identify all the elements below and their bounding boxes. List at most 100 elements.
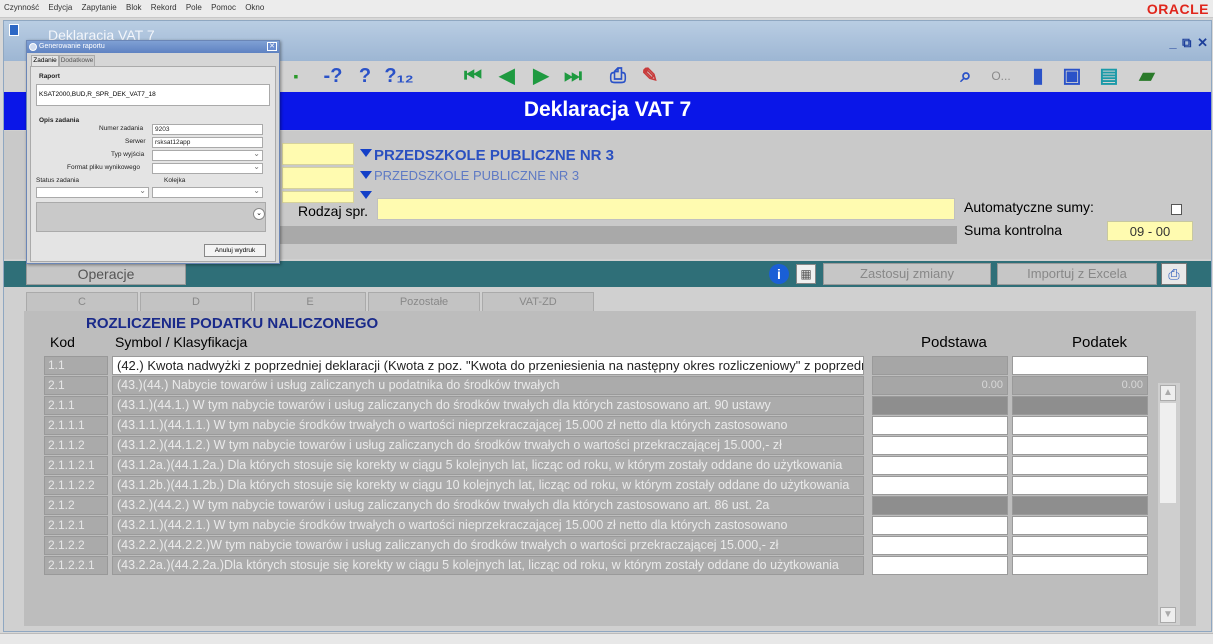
row-podatek[interactable]: 0.00 <box>1012 376 1148 395</box>
row-podatek[interactable] <box>1012 476 1148 495</box>
row-desc[interactable]: (43.1.2.)(44.1.2.) W tym nabycie towarów… <box>112 436 864 455</box>
row-podatek[interactable] <box>1012 436 1148 455</box>
row-podstawa[interactable] <box>872 356 1008 375</box>
menu-czynnosc[interactable]: Czynność <box>4 3 39 12</box>
row-podatek[interactable] <box>1012 556 1148 575</box>
help-numbered-icon[interactable]: ?₁₂ <box>384 65 414 87</box>
row-podatek[interactable] <box>1012 536 1148 555</box>
row-desc[interactable]: (43.2.1.)(44.2.1.) W tym nabycie środków… <box>112 516 864 535</box>
row-kod[interactable]: 2.1.1.2.1 <box>44 456 108 475</box>
row-podstawa[interactable] <box>872 496 1008 515</box>
expand-chevron-icon[interactable]: ⌄ <box>253 208 265 220</box>
row-kod[interactable]: 2.1.2 <box>44 496 108 515</box>
row-kod[interactable]: 2.1.1.2.2 <box>44 476 108 495</box>
window-icon[interactable]: ▣ <box>1061 65 1083 87</box>
row-podstawa[interactable] <box>872 516 1008 535</box>
unit-code-field-2[interactable] <box>282 167 354 189</box>
scroll-down-icon[interactable]: ▼ <box>1160 607 1176 623</box>
last-record-icon[interactable]: ⏭ <box>562 65 584 87</box>
row-podstawa[interactable] <box>872 396 1008 415</box>
school-dropdown-icon[interactable] <box>360 149 372 157</box>
output-type-select[interactable] <box>152 149 263 161</box>
calculator-icon[interactable]: ▤ <box>1098 65 1120 87</box>
prev-record-icon[interactable]: ◀ <box>496 65 518 87</box>
info-icon[interactable]: i <box>769 264 789 284</box>
server-field[interactable]: rsksat12app <box>152 137 263 148</box>
school-dropdown-icon-2[interactable] <box>360 171 372 179</box>
row-desc[interactable]: (43.2.2a.)(44.2.2a.)Dla których stosuje … <box>112 556 864 575</box>
file-format-select[interactable] <box>152 162 263 174</box>
row-kod[interactable]: 2.1.2.2 <box>44 536 108 555</box>
task-number-field[interactable]: 9203 <box>152 124 263 135</box>
menu-pomoc[interactable]: Pomoc <box>211 3 236 12</box>
toolbar-toggle-icon[interactable]: ▪ <box>288 65 304 87</box>
row-kod[interactable]: 2.1.2.1 <box>44 516 108 535</box>
row-desc[interactable]: (42.) Kwota nadwyżki z poprzedniej dekla… <box>112 356 864 375</box>
row-desc[interactable]: (43.1.)(44.1.) W tym nabycie towarów i u… <box>112 396 864 415</box>
scroll-thumb[interactable] <box>1160 403 1176 503</box>
tab-vat-zd[interactable]: VAT-ZD <box>482 292 594 312</box>
row-podatek[interactable] <box>1012 356 1148 375</box>
options-button[interactable]: O... <box>986 65 1016 87</box>
period-dropdown-icon[interactable] <box>360 191 372 199</box>
unit-code-field-3[interactable] <box>282 191 354 203</box>
row-kod[interactable]: 2.1.1.1 <box>44 416 108 435</box>
row-podstawa[interactable]: 0.00 <box>872 376 1008 395</box>
rodzaj-input[interactable] <box>377 198 955 220</box>
tab-d[interactable]: D <box>140 292 252 312</box>
menu-blok[interactable]: Blok <box>126 3 142 12</box>
row-podstawa[interactable] <box>872 476 1008 495</box>
row-kod[interactable]: 1.1 <box>44 356 108 375</box>
help-arrow-icon[interactable]: ?→ <box>352 65 378 109</box>
restore-icon[interactable]: ⧉ <box>1182 35 1191 50</box>
dialog-tab-zadanie[interactable]: Zadanie <box>31 55 59 66</box>
dialog-close-icon[interactable]: ✕ <box>267 42 277 51</box>
menu-okno[interactable]: Okno <box>245 3 264 12</box>
help-question-icon[interactable]: -? <box>320 65 346 87</box>
print-icon[interactable]: ⎙ <box>606 65 630 87</box>
row-podatek[interactable] <box>1012 456 1148 475</box>
next-record-icon[interactable]: ▶ <box>530 65 552 87</box>
auto-sums-checkbox[interactable] <box>1171 204 1182 215</box>
first-record-icon[interactable]: ⏮ <box>462 65 484 87</box>
row-podatek[interactable] <box>1012 516 1148 535</box>
row-kod[interactable]: 2.1.1.2 <box>44 436 108 455</box>
document-icon[interactable]: ▮ <box>1027 65 1049 87</box>
row-desc[interactable]: (43.2.2.)(44.2.2.)W tym nabycie towarów … <box>112 536 864 555</box>
cancel-print-button[interactable]: Anuluj wydruk <box>204 244 266 257</box>
row-kod[interactable]: 2.1 <box>44 376 108 395</box>
row-desc[interactable]: (43.1.1.)(44.1.1.) W tym nabycie środków… <box>112 416 864 435</box>
row-podstawa[interactable] <box>872 556 1008 575</box>
menu-pole[interactable]: Pole <box>186 3 202 12</box>
tab-e[interactable]: E <box>254 292 366 312</box>
task-status-select[interactable] <box>36 186 149 198</box>
preview-icon[interactable]: ⌕ <box>954 65 978 87</box>
row-kod[interactable]: 2.1.2.2.1 <box>44 556 108 575</box>
operations-button[interactable]: Operacje <box>26 263 186 285</box>
vertical-scrollbar[interactable]: ▲ ▼ <box>1158 383 1180 625</box>
unit-code-field[interactable] <box>282 143 354 165</box>
menu-rekord[interactable]: Rekord <box>151 3 177 12</box>
exit-door-icon[interactable]: ▰ <box>1135 65 1159 87</box>
import-excel-button[interactable]: Importuj z Excela <box>997 263 1157 285</box>
row-podstawa[interactable] <box>872 416 1008 435</box>
report-name-field[interactable]: KSAT2000,BUD,R_SPR_DEK_VAT7_18 <box>36 84 270 106</box>
menu-edycja[interactable]: Edycja <box>48 3 72 12</box>
row-podatek[interactable] <box>1012 396 1148 415</box>
message-area[interactable] <box>36 202 266 232</box>
tab-pozostale[interactable]: Pozostałe <box>368 292 480 312</box>
edit-icon[interactable]: ✎ <box>638 65 662 87</box>
row-desc[interactable]: (43.1.2b.)(44.1.2b.) Dla których stosuje… <box>112 476 864 495</box>
scroll-up-icon[interactable]: ▲ <box>1160 385 1176 401</box>
row-kod[interactable]: 2.1.1 <box>44 396 108 415</box>
row-podstawa[interactable] <box>872 456 1008 475</box>
queue-select[interactable] <box>152 186 263 198</box>
minimize-icon[interactable]: _ <box>1169 35 1176 50</box>
row-podstawa[interactable] <box>872 536 1008 555</box>
close-icon[interactable]: ✕ <box>1197 35 1208 50</box>
row-podatek[interactable] <box>1012 496 1148 515</box>
row-podatek[interactable] <box>1012 416 1148 435</box>
dialog-tab-dodatkowe[interactable]: Dodatkowe <box>59 55 95 66</box>
row-desc[interactable]: (43.1.2a.)(44.1.2a.) Dla których stosuje… <box>112 456 864 475</box>
row-desc[interactable]: (43.)(44.) Nabycie towarów i usług zalic… <box>112 376 864 395</box>
